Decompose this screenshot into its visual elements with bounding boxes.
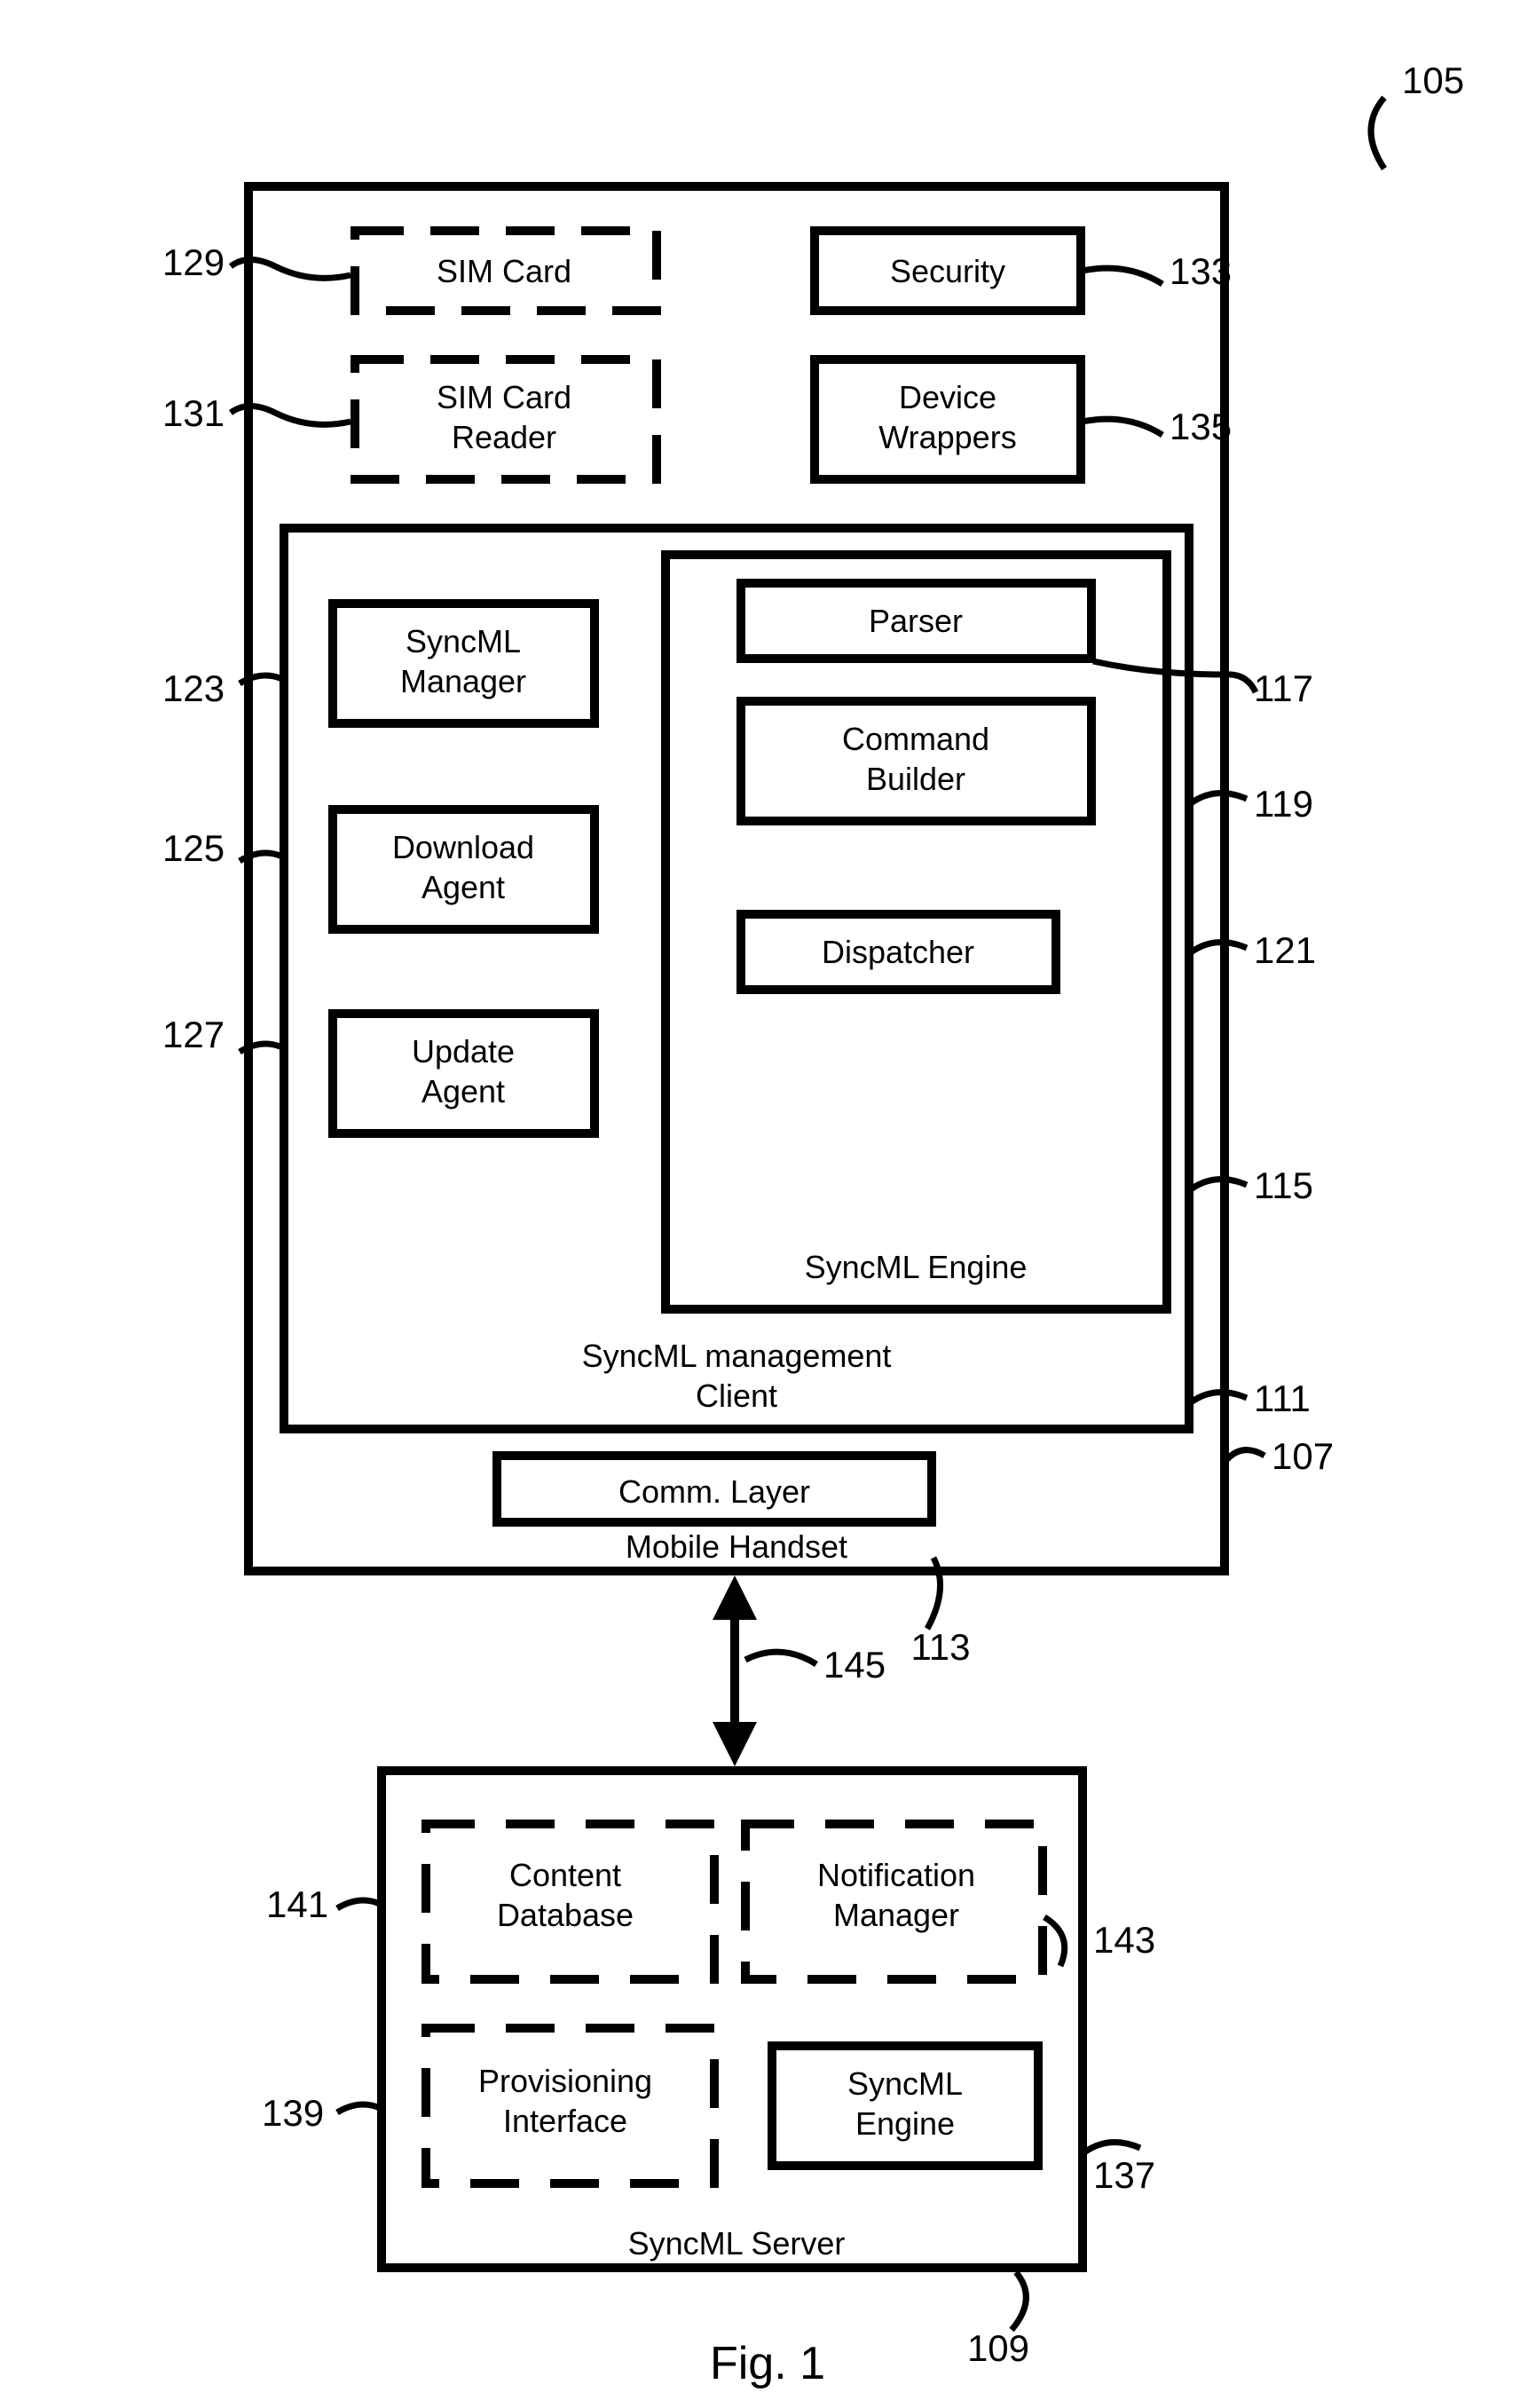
- mobile-handset-label: Mobile Handset: [626, 1528, 847, 1565]
- device-wrappers-l2: Wrappers: [878, 419, 1016, 455]
- server-syncml-engine-l2: Engine: [855, 2105, 955, 2142]
- syncml-engine-label: SyncML Engine: [805, 1249, 1028, 1285]
- ref-109: 109: [967, 2327, 1029, 2369]
- ref-107: 107: [1272, 1435, 1334, 1477]
- syncml-manager-l1: SyncML: [406, 623, 521, 659]
- ref-133: 133: [1170, 250, 1232, 292]
- ref-141: 141: [266, 1883, 328, 1925]
- ref-123: 123: [162, 667, 224, 709]
- notification-manager-l1: Notification: [817, 1857, 975, 1893]
- sim-card-reader-l1: SIM Card: [437, 379, 571, 415]
- device-wrappers-l1: Device: [899, 379, 996, 415]
- ref-113: 113: [911, 1626, 971, 1668]
- figure-label: Fig. 1: [710, 2338, 825, 2389]
- download-agent-l1: Download: [392, 829, 534, 865]
- update-agent-l2: Agent: [421, 1073, 505, 1109]
- ref-117: 117: [1254, 667, 1313, 709]
- ref-111: 111: [1254, 1378, 1311, 1419]
- syncml-client-l1: SyncML management: [582, 1338, 892, 1374]
- ref-115: 115: [1254, 1165, 1313, 1206]
- ref-137: 137: [1093, 2154, 1155, 2196]
- command-builder-l2: Builder: [866, 761, 965, 797]
- ref-135: 135: [1170, 406, 1232, 447]
- dispatcher-label: Dispatcher: [822, 934, 974, 970]
- diagram-figure: 105 Mobile Handset SIM Card 129 Security…: [0, 0, 1536, 2408]
- ref-127: 127: [162, 1014, 224, 1055]
- command-builder-l1: Command: [842, 721, 989, 757]
- parser-label: Parser: [869, 603, 963, 639]
- ref-105: 105: [1402, 59, 1464, 101]
- syncml-server-box: [382, 1771, 1083, 2268]
- arrowhead-up-icon: [713, 1575, 757, 1620]
- update-agent-l1: Update: [412, 1033, 515, 1070]
- arrowhead-down-icon: [713, 1722, 757, 1766]
- provisioning-interface-l1: Provisioning: [478, 2063, 652, 2099]
- content-database-l1: Content: [509, 1857, 621, 1893]
- notification-manager-l2: Manager: [833, 1897, 959, 1933]
- syncml-manager-l2: Manager: [400, 663, 526, 699]
- ref-131: 131: [162, 392, 224, 434]
- content-database-l2: Database: [497, 1897, 634, 1933]
- syncml-client-l2: Client: [696, 1378, 777, 1414]
- server-syncml-engine-l1: SyncML: [847, 2065, 963, 2102]
- sim-card-label: SIM Card: [437, 253, 571, 289]
- ref-125: 125: [162, 827, 224, 869]
- syncml-server-label: SyncML Server: [628, 2225, 846, 2262]
- ref-121: 121: [1254, 929, 1316, 971]
- security-label: Security: [890, 253, 1005, 289]
- provisioning-interface-l2: Interface: [503, 2103, 627, 2139]
- ref-139: 139: [262, 2092, 324, 2134]
- ref-143: 143: [1093, 1919, 1155, 1961]
- comm-layer-label: Comm. Layer: [618, 1473, 810, 1510]
- ref-129: 129: [162, 241, 224, 283]
- download-agent-l2: Agent: [421, 869, 505, 905]
- ref-119: 119: [1254, 783, 1313, 825]
- ref-145: 145: [823, 1644, 886, 1686]
- sim-card-reader-l2: Reader: [452, 419, 556, 455]
